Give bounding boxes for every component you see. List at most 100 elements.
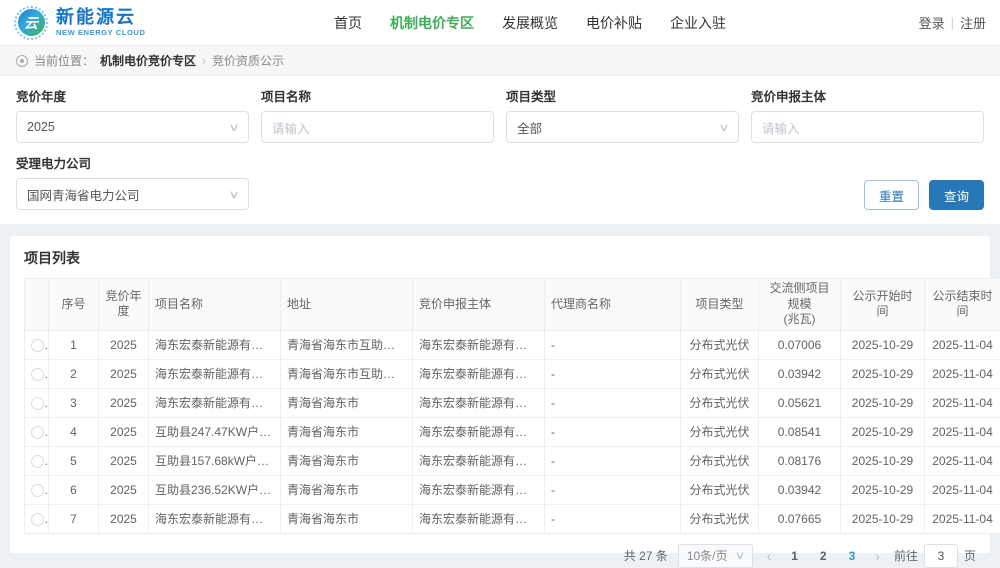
cell-project-type: 分布式光伏 bbox=[681, 417, 759, 446]
page-button-1[interactable]: 1 bbox=[785, 549, 804, 563]
filter-project-type: 项目类型 全部 ∨ bbox=[506, 86, 739, 143]
table-row[interactable]: 2 2025 海东宏泰新能源有限公司海东... 青海省海东市互助土族自治县 海东… bbox=[25, 359, 1000, 388]
reset-button[interactable]: 重置 bbox=[864, 180, 919, 210]
main-nav: 首页 机制电价专区 发展概览 电价补贴 企业入驻 bbox=[184, 13, 876, 33]
nav-item-mechanism-price-zone[interactable]: 机制电价专区 bbox=[390, 13, 474, 33]
app-header: 云 新能源云 NEW ENERGY CLOUD 首页 机制电价专区 发展概览 电… bbox=[0, 0, 1000, 46]
nav-item-price-subsidy[interactable]: 电价补贴 bbox=[586, 13, 642, 33]
breadcrumb-prefix: 当前位置： bbox=[34, 52, 94, 69]
logo[interactable]: 云 新能源云 NEW ENERGY CLOUD bbox=[14, 6, 184, 40]
cell-ac-scale: 0.05621 bbox=[759, 388, 841, 417]
table-row[interactable]: 3 2025 海东宏泰新能源有限公司项目1 青海省海东市 海东宏泰新能源有限公司… bbox=[25, 388, 1000, 417]
next-page-icon[interactable]: › bbox=[871, 548, 884, 564]
chevron-down-icon: ∨ bbox=[228, 121, 239, 134]
bid-subject-input[interactable]: 请输入 bbox=[751, 111, 984, 143]
project-type-label: 项目类型 bbox=[506, 86, 739, 105]
filter-project-name: 项目名称 请输入 bbox=[261, 86, 494, 143]
power-company-select[interactable]: 国网青海省电力公司 ∨ bbox=[16, 178, 249, 210]
logo-gear-icon: 云 bbox=[14, 6, 48, 40]
cell-project-name: 互助县236.52KW户用分布式... bbox=[149, 475, 281, 504]
table-row[interactable]: 6 2025 互助县236.52KW户用分布式... 青海省海东市 海东宏泰新能… bbox=[25, 475, 1000, 504]
row-radio[interactable] bbox=[31, 339, 44, 352]
goto-label: 前往 bbox=[894, 547, 918, 564]
cell-address: 青海省海东市 bbox=[281, 504, 413, 533]
table-row[interactable]: 4 2025 互助县247.47KW户用分布式... 青海省海东市 海东宏泰新能… bbox=[25, 417, 1000, 446]
goto-page-input[interactable]: 3 bbox=[924, 544, 958, 568]
page-button-3[interactable]: 3 bbox=[843, 549, 862, 563]
row-radio[interactable] bbox=[31, 426, 44, 439]
filter-bid-subject: 竞价申报主体 请输入 bbox=[751, 86, 984, 143]
nav-item-enterprise-entry[interactable]: 企业入驻 bbox=[670, 13, 726, 33]
column-header: 竞价申报主体 bbox=[413, 279, 545, 331]
cell-bid-subject: 海东宏泰新能源有限公司 bbox=[413, 388, 545, 417]
project-name-placeholder: 请输入 bbox=[272, 118, 310, 137]
project-name-input[interactable]: 请输入 bbox=[261, 111, 494, 143]
auth-divider: | bbox=[951, 15, 954, 30]
cell-bid-subject: 海东宏泰新能源有限公司 bbox=[413, 330, 545, 359]
row-radio[interactable] bbox=[31, 513, 44, 526]
cell-project-name: 互助县157.68kW户用分布式... bbox=[149, 446, 281, 475]
bid-subject-label: 竞价申报主体 bbox=[751, 86, 984, 105]
column-header: 竞价年度 bbox=[99, 279, 149, 331]
cell-bid-year: 2025 bbox=[99, 475, 149, 504]
cell-publicity-start: 2025-10-29 bbox=[841, 446, 925, 475]
column-header: 交流侧项目规模 (兆瓦) bbox=[759, 279, 841, 331]
column-header: 公示开始时间 bbox=[841, 279, 925, 331]
table-row[interactable]: 7 2025 海东宏泰新能源有限公司项目1 青海省海东市 海东宏泰新能源有限公司… bbox=[25, 504, 1000, 533]
cell-project-name: 海东宏泰新能源有限公司海东... bbox=[149, 359, 281, 388]
project-type-select[interactable]: 全部 ∨ bbox=[506, 111, 739, 143]
project-type-value: 全部 bbox=[517, 118, 542, 137]
row-radio[interactable] bbox=[31, 455, 44, 468]
table-row[interactable]: 1 2025 海东宏泰新能源有限公司海东... 青海省海东市互助土族自治县 海东… bbox=[25, 330, 1000, 359]
bid-year-value: 2025 bbox=[27, 120, 55, 134]
cell-agent-name: - bbox=[545, 330, 681, 359]
bid-year-select[interactable]: 2025 ∨ bbox=[16, 111, 249, 143]
cell-bid-subject: 海东宏泰新能源有限公司 bbox=[413, 504, 545, 533]
chevron-down-icon: ∨ bbox=[228, 188, 239, 201]
cell-project-type: 分布式光伏 bbox=[681, 359, 759, 388]
cell-publicity-end: 2025-11-04 bbox=[925, 475, 1000, 504]
cell-seq: 2 bbox=[49, 359, 99, 388]
table-row[interactable]: 5 2025 互助县157.68kW户用分布式... 青海省海东市 海东宏泰新能… bbox=[25, 446, 1000, 475]
breadcrumb-section[interactable]: 机制电价竞价专区 bbox=[100, 52, 196, 69]
cell-address: 青海省海东市 bbox=[281, 446, 413, 475]
breadcrumb: 当前位置：机制电价竞价专区 › 竞价资质公示 bbox=[0, 46, 1000, 76]
page-size-select[interactable]: 10条/页 ∨ bbox=[678, 544, 753, 568]
project-list-title: 项目列表 bbox=[24, 248, 976, 268]
row-radio[interactable] bbox=[31, 484, 44, 497]
cell-address: 青海省海东市 bbox=[281, 475, 413, 504]
column-header: 公示结束时间 bbox=[925, 279, 1000, 331]
nav-item-home[interactable]: 首页 bbox=[334, 13, 362, 33]
auth-links: 登录 | 注册 bbox=[876, 13, 986, 32]
cell-agent-name: - bbox=[545, 504, 681, 533]
cell-bid-subject: 海东宏泰新能源有限公司 bbox=[413, 475, 545, 504]
register-link[interactable]: 注册 bbox=[960, 13, 986, 32]
cloud-globe-icon: 云 bbox=[18, 9, 45, 36]
radio-column-header bbox=[25, 279, 49, 331]
nav-item-development-overview[interactable]: 发展概览 bbox=[502, 13, 558, 33]
column-header: 项目类型 bbox=[681, 279, 759, 331]
login-link[interactable]: 登录 bbox=[919, 13, 945, 32]
column-header: 序号 bbox=[49, 279, 99, 331]
power-company-value: 国网青海省电力公司 bbox=[27, 185, 140, 204]
cell-publicity-start: 2025-10-29 bbox=[841, 359, 925, 388]
row-radio[interactable] bbox=[31, 397, 44, 410]
prev-page-icon[interactable]: ‹ bbox=[763, 548, 776, 564]
page-button-2[interactable]: 2 bbox=[814, 549, 833, 563]
row-radio[interactable] bbox=[31, 368, 44, 381]
cell-seq: 6 bbox=[49, 475, 99, 504]
cell-publicity-start: 2025-10-29 bbox=[841, 504, 925, 533]
cell-publicity-end: 2025-11-04 bbox=[925, 417, 1000, 446]
cell-publicity-end: 2025-11-04 bbox=[925, 446, 1000, 475]
cell-address: 青海省海东市互助土族自治县 bbox=[281, 330, 413, 359]
column-header: 代理商名称 bbox=[545, 279, 681, 331]
cell-agent-name: - bbox=[545, 446, 681, 475]
cell-publicity-end: 2025-11-04 bbox=[925, 504, 1000, 533]
chevron-down-icon: ∨ bbox=[734, 549, 745, 562]
cell-ac-scale: 0.07665 bbox=[759, 504, 841, 533]
cell-bid-year: 2025 bbox=[99, 504, 149, 533]
query-button[interactable]: 查询 bbox=[929, 180, 984, 210]
cell-bid-year: 2025 bbox=[99, 330, 149, 359]
filter-power-company: 受理电力公司 国网青海省电力公司 ∨ bbox=[16, 153, 249, 210]
bid-year-label: 竞价年度 bbox=[16, 86, 249, 105]
